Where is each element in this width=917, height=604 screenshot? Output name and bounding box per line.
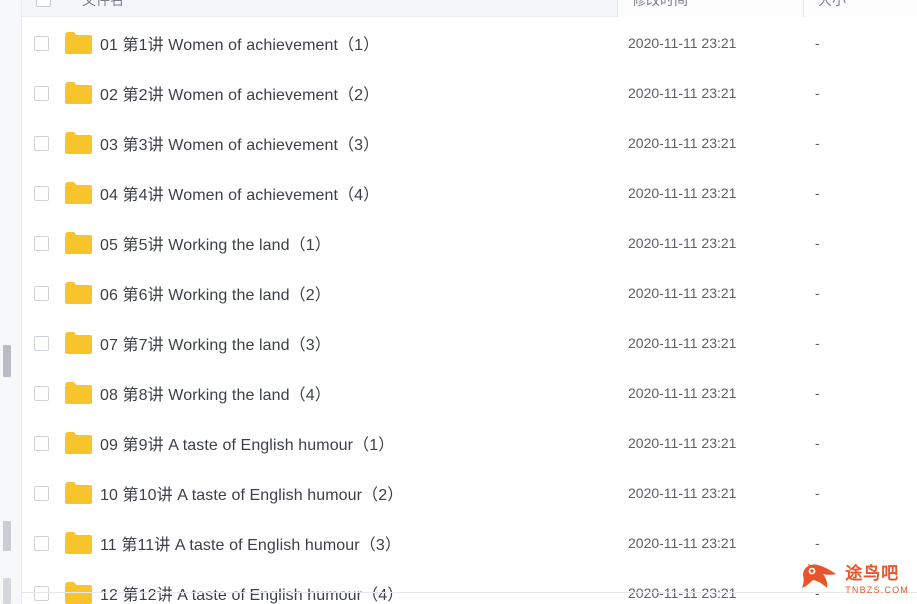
folder-icon (65, 132, 92, 154)
table-row[interactable]: 03 第3讲 Women of achievement（3） 2020-11-11… (22, 118, 917, 168)
file-size: - (815, 35, 820, 51)
table-row[interactable]: 02 第2讲 Women of achievement（2） 2020-11-11… (22, 68, 917, 118)
file-size: - (815, 235, 820, 251)
left-gutter-strip (0, 0, 22, 604)
file-modified-time: 2020-11-11 23:21 (628, 35, 737, 51)
file-modified-time: 2020-11-11 23:21 (628, 85, 737, 101)
scrollbar-thumb[interactable] (3, 578, 11, 604)
file-size: - (815, 285, 820, 301)
column-header-size-label: 大小 (818, 0, 846, 10)
folder-icon (65, 182, 92, 204)
file-modified-time: 2020-11-11 23:21 (628, 435, 737, 451)
row-checkbox[interactable] (34, 35, 49, 51)
folder-icon (65, 32, 92, 54)
row-checkbox[interactable] (34, 85, 49, 101)
file-name: 03 第3讲 Women of achievement（3） (100, 137, 380, 154)
file-name: 05 第5讲 Working the land（1） (100, 237, 331, 254)
file-modified-time: 2020-11-11 23:21 (628, 285, 737, 301)
file-name: 10 第10讲 A taste of English humour（2） (100, 487, 404, 504)
file-modified-time: 2020-11-11 23:21 (628, 185, 737, 201)
file-modified-time: 2020-11-11 23:21 (628, 535, 737, 551)
folder-icon (65, 282, 92, 304)
folder-icon (65, 232, 92, 254)
row-checkbox[interactable] (34, 485, 49, 501)
file-size: - (815, 585, 820, 601)
file-name: 02 第2讲 Women of achievement（2） (100, 87, 380, 104)
file-name: 09 第9讲 A taste of English humour（1） (100, 437, 395, 454)
folder-icon (65, 532, 92, 554)
row-checkbox[interactable] (34, 135, 49, 151)
folder-icon (65, 582, 92, 604)
file-size: - (815, 535, 820, 551)
row-checkbox[interactable] (34, 335, 49, 351)
file-modified-time: 2020-11-11 23:21 (628, 485, 737, 501)
row-checkbox[interactable] (34, 385, 49, 401)
file-name: 08 第8讲 Working the land（4） (100, 387, 331, 404)
folder-icon (65, 482, 92, 504)
file-manager-window: 文件名 修改时间 大小 01 第1讲 Women of achievement（… (0, 0, 917, 604)
file-name: 07 第7讲 Working the land（3） (100, 337, 331, 354)
folder-icon (65, 432, 92, 454)
file-size: - (815, 485, 820, 501)
folder-icon (65, 382, 92, 404)
file-size: - (815, 335, 820, 351)
file-list: 01 第1讲 Women of achievement（1） 2020-11-11… (22, 18, 917, 604)
row-checkbox[interactable] (34, 535, 49, 551)
column-header-name-label: 文件名 (82, 0, 124, 10)
table-row[interactable]: 08 第8讲 Working the land（4） 2020-11-11 23:… (22, 368, 917, 418)
file-modified-time: 2020-11-11 23:21 (628, 335, 737, 351)
file-name: 11 第11讲 A taste of English humour（3） (100, 537, 401, 554)
table-row[interactable]: 09 第9讲 A taste of English humour（1） 2020-… (22, 418, 917, 468)
file-size: - (815, 385, 820, 401)
folder-icon (65, 82, 92, 104)
file-modified-time: 2020-11-11 23:21 (628, 385, 737, 401)
file-size: - (815, 135, 820, 151)
column-header-size[interactable]: 大小 (803, 0, 917, 17)
file-name: 04 第4讲 Women of achievement（4） (100, 187, 380, 204)
table-row[interactable]: 10 第10讲 A taste of English humour（2） 2020… (22, 468, 917, 518)
scrollbar-thumb[interactable] (3, 345, 11, 377)
file-size: - (815, 85, 820, 101)
table-row[interactable]: 01 第1讲 Women of achievement（1） 2020-11-11… (22, 18, 917, 68)
column-header-name[interactable]: 文件名 (22, 0, 617, 17)
row-checkbox[interactable] (34, 435, 49, 451)
table-row[interactable]: 12 第12讲 A taste of English humour（4） 2020… (22, 568, 917, 604)
list-bottom-divider (22, 592, 917, 593)
row-checkbox[interactable] (34, 185, 49, 201)
table-row[interactable]: 07 第7讲 Working the land（3） 2020-11-11 23:… (22, 318, 917, 368)
row-checkbox[interactable] (34, 585, 49, 601)
column-header-bar: 文件名 修改时间 大小 (22, 0, 917, 17)
file-name: 01 第1讲 Women of achievement（1） (100, 37, 380, 54)
file-modified-time: 2020-11-11 23:21 (628, 585, 737, 601)
row-checkbox[interactable] (34, 285, 49, 301)
file-size: - (815, 185, 820, 201)
scrollbar-thumb[interactable] (3, 521, 11, 551)
column-header-modified-label: 修改时间 (632, 0, 688, 10)
folder-icon (65, 332, 92, 354)
file-name: 06 第6讲 Working the land（2） (100, 287, 331, 304)
file-modified-time: 2020-11-11 23:21 (628, 135, 737, 151)
row-checkbox[interactable] (34, 235, 49, 251)
table-row[interactable]: 04 第4讲 Women of achievement（4） 2020-11-11… (22, 168, 917, 218)
table-row[interactable]: 06 第6讲 Working the land（2） 2020-11-11 23:… (22, 268, 917, 318)
column-header-modified[interactable]: 修改时间 (617, 0, 803, 17)
table-row[interactable]: 05 第5讲 Working the land（1） 2020-11-11 23:… (22, 218, 917, 268)
table-row[interactable]: 11 第11讲 A taste of English humour（3） 2020… (22, 518, 917, 568)
file-size: - (815, 435, 820, 451)
select-all-checkbox[interactable] (36, 0, 51, 7)
file-modified-time: 2020-11-11 23:21 (628, 235, 737, 251)
